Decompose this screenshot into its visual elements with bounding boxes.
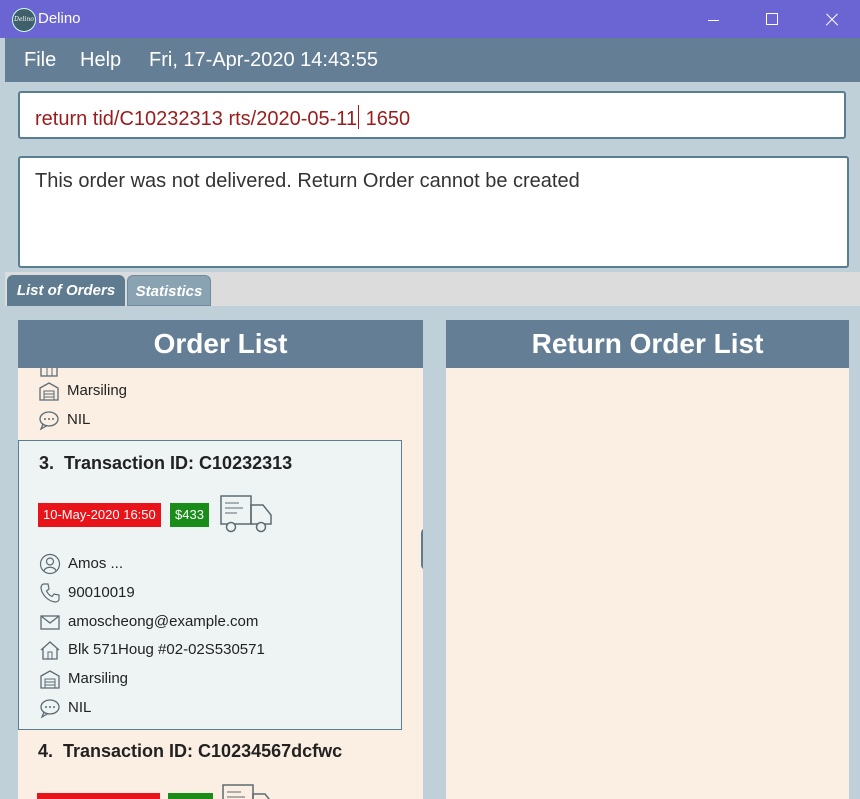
main-content: Order List Return Order List Marsiling N… xyxy=(5,306,860,799)
maximize-icon[interactable] xyxy=(742,0,800,38)
comment-icon xyxy=(40,699,60,719)
phone-icon xyxy=(40,583,60,603)
command-area: return tid/C10232313 rts/2020-05-11 1650… xyxy=(5,82,860,272)
result-message: This order was not delivered. Return Ord… xyxy=(35,170,580,192)
comment-icon xyxy=(39,411,59,431)
delivery-date-badge: 10-May-2020 16:50 xyxy=(38,503,161,527)
close-icon[interactable] xyxy=(802,0,860,38)
menu-help[interactable]: Help xyxy=(80,49,121,72)
warehouse-text: Marsiling xyxy=(68,670,129,687)
current-datetime: Fri, 17-Apr-2020 14:43:55 xyxy=(149,49,379,71)
transaction-id: Transaction ID: C10234567dcfwc xyxy=(63,741,343,761)
phone-number: 90010019 xyxy=(68,584,135,601)
address-text: Blk 571Houg #02-02S530571 xyxy=(68,641,265,658)
order-index: 4. xyxy=(38,741,54,761)
order-card[interactable]: Marsiling NIL xyxy=(18,368,402,440)
email-icon xyxy=(40,615,60,630)
order-list-title: Order List xyxy=(18,320,423,368)
delivery-truck-icon xyxy=(220,495,272,533)
delivery-date-badge xyxy=(37,793,160,799)
order-list[interactable]: Marsiling NIL 3. Transaction ID: C1023231… xyxy=(18,368,423,799)
tab-list-of-orders[interactable]: List of Orders xyxy=(7,275,125,306)
return-order-list[interactable] xyxy=(446,368,849,799)
title-bar: Delino Delino xyxy=(0,0,860,38)
warehouse-icon xyxy=(40,670,60,689)
home-icon xyxy=(40,641,60,660)
command-text-after-caret: 1650 xyxy=(360,108,411,130)
order-card-selected[interactable]: 3. Transaction ID: C10232313 10-May-2020 … xyxy=(18,440,402,730)
transaction-id: Transaction ID: C10232313 xyxy=(64,453,293,473)
tab-statistics[interactable]: Statistics xyxy=(127,275,211,306)
app-logo-icon: Delino xyxy=(12,8,36,32)
person-icon xyxy=(39,553,61,575)
tab-bar: List of Orders Statistics xyxy=(5,272,860,306)
email-address: amoscheong@example.com xyxy=(68,613,259,630)
delivery-truck-icon xyxy=(222,784,270,799)
order-index: 3. xyxy=(39,453,55,473)
warehouse-icon xyxy=(39,382,59,401)
price-badge: $433 xyxy=(170,503,209,527)
window-title: Delino xyxy=(38,10,81,27)
comment-text: NIL xyxy=(68,699,92,716)
order-card[interactable]: 4. Transaction ID: C10234567dcfwc xyxy=(18,730,402,799)
building-icon xyxy=(40,368,58,377)
result-display: This order was not delivered. Return Ord… xyxy=(18,156,849,268)
order-title: 3. Transaction ID: C10232313 xyxy=(39,453,292,474)
minimize-icon[interactable] xyxy=(684,0,742,38)
warehouse-text: Marsiling xyxy=(67,382,128,399)
text-caret xyxy=(358,105,360,129)
command-input[interactable]: return tid/C10232313 rts/2020-05-11 1650 xyxy=(18,91,846,139)
price-badge xyxy=(168,793,213,799)
order-list-scrollbar[interactable] xyxy=(421,528,423,570)
customer-name: Amos ... xyxy=(68,555,124,572)
return-order-list-title: Return Order List xyxy=(446,320,849,368)
menu-bar: File Help Fri, 17-Apr-2020 14:43:55 xyxy=(5,38,860,82)
command-text: return tid/C10232313 rts/2020-05-11 xyxy=(35,108,358,130)
comment-text: NIL xyxy=(67,411,91,428)
order-title: 4. Transaction ID: C10234567dcfwc xyxy=(38,741,342,762)
menu-file[interactable]: File xyxy=(24,49,56,72)
